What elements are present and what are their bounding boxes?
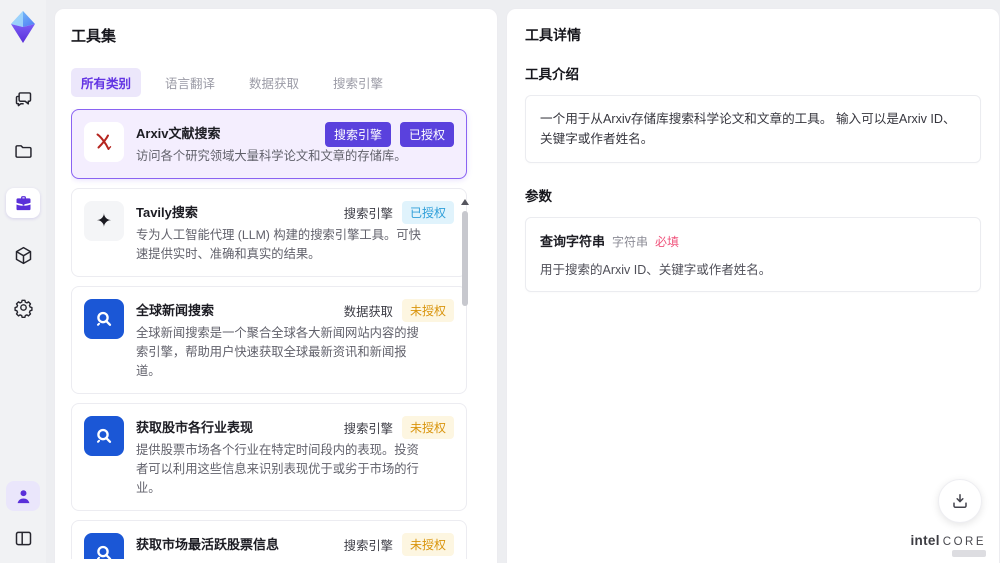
param-head: 查询字符串 字符串 必填 xyxy=(540,231,966,250)
sidebar-item-tools[interactable] xyxy=(6,188,40,218)
tool-tags: 搜索引擎 未授权 xyxy=(343,533,454,557)
page-title: 工具集 xyxy=(71,28,117,45)
tool-category-badge: 搜索引擎 xyxy=(343,538,393,553)
tool-auth-badge: 已授权 xyxy=(399,122,454,147)
intro-text: 一个用于从Arxiv存储库搜索科学论文和文章的工具。 输入可以是Arxiv ID… xyxy=(540,112,956,147)
tool-card[interactable]: ✦ Tavily搜索 专为人工智能代理 (LLM) 构建的搜索引擎工具。可快速提供实… xyxy=(71,188,467,278)
tab-all-categories[interactable]: 所有类别 xyxy=(71,68,142,97)
arxiv-logo-icon xyxy=(84,122,124,162)
user-icon xyxy=(17,489,29,503)
params-heading: 参数 xyxy=(525,189,552,205)
news-search-icon xyxy=(84,533,124,559)
tool-auth-badge: 未授权 xyxy=(401,533,454,557)
tool-category-badge: 搜索引擎 xyxy=(343,206,393,221)
tool-description: 提供股票市场各个行业在特定时间段内的表现。投资者可以利用这些信息来识别表现优于或… xyxy=(136,443,419,496)
news-search-icon xyxy=(84,416,124,457)
tool-list: Arxiv文献搜索 访问各个研究领域大量科学论文和文章的存储库。 搜索引擎 已授权 ✦ T… xyxy=(71,109,481,559)
sidebar-footer xyxy=(6,481,40,553)
tool-card[interactable]: Arxiv文献搜索 访问各个研究领域大量科学论文和文章的存储库。 搜索引擎 已授权 xyxy=(71,109,467,180)
sidebar-item-chat[interactable] xyxy=(6,84,40,114)
folder-icon xyxy=(14,144,32,158)
param-box: 查询字符串 字符串 必填 用于搜索的Arxiv ID、关键字或作者姓名。 xyxy=(525,217,981,293)
intro-box: 一个用于从Arxiv存储库搜索科学论文和文章的工具。 输入可以是Arxiv ID… xyxy=(525,95,981,164)
tool-auth-badge: 已授权 xyxy=(401,201,454,225)
list-scrollbar[interactable] xyxy=(461,199,469,559)
sidebar-item-panel-toggle[interactable] xyxy=(6,523,40,553)
category-tabs: 所有类别 语言翻译 数据获取 搜索引擎 xyxy=(71,68,481,97)
tool-category-badge: 数据获取 xyxy=(343,304,393,319)
gear-icon xyxy=(13,299,33,318)
download-icon xyxy=(953,494,967,508)
intel-logo-text: intel xyxy=(910,533,940,548)
tool-description: 全球新闻搜索是一个聚合全球各大新闻网站内容的搜索引擎，帮助用户快速获取全球最新资… xyxy=(136,326,419,379)
tool-tags: 搜索引擎 未授权 xyxy=(343,416,454,440)
chat-icon xyxy=(15,91,31,106)
tool-card[interactable]: 全球新闻搜索 全球新闻搜索是一个聚合全球各大新闻网站内容的搜索引擎，帮助用户快速获… xyxy=(71,286,467,395)
app-window: 工具集 所有类别 语言翻译 数据获取 搜索引擎 Arxiv文献搜索 访问各个研究领… xyxy=(0,0,1000,563)
tool-category-badge: 搜索引擎 xyxy=(343,421,393,436)
tool-card[interactable]: 获取股市各行业表现 提供股票市场各个行业在特定时间段内的表现。投资者可以利用这些信… xyxy=(71,403,467,512)
sidebar-item-files[interactable] xyxy=(6,136,40,166)
scrollbar-thumb[interactable] xyxy=(462,211,468,306)
sidebar-item-settings[interactable] xyxy=(6,292,40,322)
tool-card[interactable]: 获取市场最活跃股票信息提供当天交易量最高的股票列表。投资者可以利用这些信息来识别… xyxy=(71,520,467,559)
tool-list-panel: 工具集 所有类别 语言翻译 数据获取 搜索引擎 Arxiv文献搜索 访问各个研究领… xyxy=(54,8,498,563)
briefcase-icon xyxy=(16,195,30,210)
param-description: 用于搜索的Arxiv ID、关键字或作者姓名。 xyxy=(540,263,772,278)
tool-description: 提供当天交易量最高的股票列表。投资者可以利用这些信息来识别流动性强的股票和潜在的… xyxy=(136,558,428,559)
param-required-badge: 必填 xyxy=(655,235,680,250)
detail-title: 工具详情 xyxy=(525,27,581,43)
tool-description: 访问各个研究领域大量科学论文和文章的存储库。 xyxy=(136,149,407,163)
intel-core-branding: intel core xyxy=(910,533,986,557)
sidebar-item-models[interactable] xyxy=(6,240,40,270)
columns-icon xyxy=(15,531,31,545)
sidebar-item-user[interactable] xyxy=(6,481,40,511)
sparkle-icon: ✦ xyxy=(84,201,124,242)
nav-items xyxy=(6,84,40,322)
nav-sidebar xyxy=(0,0,46,563)
scroll-up-icon[interactable] xyxy=(461,199,469,205)
tool-tags: 数据获取 未授权 xyxy=(343,299,454,323)
tab-data-fetching[interactable]: 数据获取 xyxy=(239,68,309,97)
core-logo-text: core xyxy=(942,536,986,548)
tool-description: 专为人工智能代理 (LLM) 构建的搜索引擎工具。可快速提供实时、准确和真实的结… xyxy=(136,228,421,262)
tool-tags: 搜索引擎 已授权 xyxy=(324,122,454,147)
cube-icon xyxy=(15,246,31,264)
tool-tags: 搜索引擎 已授权 xyxy=(343,201,454,225)
tab-language-translation[interactable]: 语言翻译 xyxy=(155,68,225,97)
tool-category-badge: 搜索引擎 xyxy=(324,122,391,147)
download-button[interactable] xyxy=(938,479,982,523)
news-search-icon xyxy=(84,299,124,340)
brand-subtext-bar xyxy=(952,550,986,557)
app-logo-icon xyxy=(11,11,35,43)
param-name: 查询字符串 xyxy=(540,234,606,250)
tab-search-engine[interactable]: 搜索引擎 xyxy=(323,68,393,97)
tool-auth-badge: 未授权 xyxy=(401,299,454,323)
tool-auth-badge: 未授权 xyxy=(401,416,454,440)
param-type: 字符串 xyxy=(612,235,649,250)
intro-heading: 工具介绍 xyxy=(525,67,579,82)
tool-detail-panel: 工具详情 工具介绍 一个用于从Arxiv存储库搜索科学论文和文章的工具。 输入可… xyxy=(506,8,1000,563)
